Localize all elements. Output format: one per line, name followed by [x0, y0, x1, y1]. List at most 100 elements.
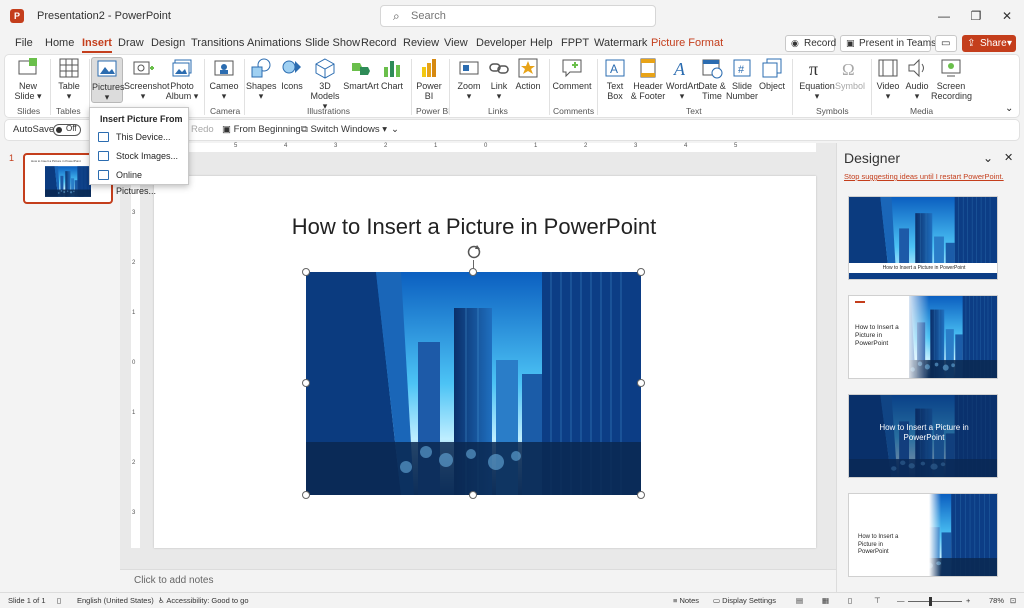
customize-qat-icon[interactable]: ⌄: [391, 124, 399, 135]
close-icon[interactable]: ✕: [1004, 151, 1013, 164]
design-idea-3[interactable]: How to Insert a Picture in PowerPoint: [848, 394, 998, 478]
resize-handle[interactable]: [302, 491, 310, 499]
chart-button[interactable]: Chart: [379, 57, 405, 91]
zoom-slider-thumb[interactable]: [929, 597, 932, 606]
notes-pane[interactable]: Click to add notes: [120, 569, 836, 592]
cameo-button[interactable]: Cameo ▾: [208, 57, 240, 101]
tab-design[interactable]: Design: [151, 37, 185, 49]
tab-animations[interactable]: Animations: [247, 37, 301, 49]
text-box-button[interactable]: A Text Box: [601, 57, 629, 101]
minimize-button[interactable]: —: [930, 6, 958, 26]
shapes-button[interactable]: Shapes ▾: [246, 57, 277, 101]
tab-insert[interactable]: Insert: [82, 37, 112, 53]
rotate-handle-icon[interactable]: [466, 244, 482, 260]
resize-handle[interactable]: [637, 379, 645, 387]
notes-toggle[interactable]: ≡ Notes: [673, 596, 699, 605]
resize-handle[interactable]: [302, 268, 310, 276]
switch-windows-button[interactable]: ⧉ Switch Windows ▾: [301, 124, 387, 135]
redo-button[interactable]: Redo: [191, 124, 214, 135]
resize-handle[interactable]: [302, 379, 310, 387]
photo-album-button[interactable]: Photo Album ▾: [165, 57, 199, 101]
close-window-button[interactable]: ✕: [993, 6, 1021, 26]
link-button[interactable]: Link ▾: [485, 57, 513, 101]
date-time-button[interactable]: Date & Time: [698, 57, 726, 101]
zoom-level[interactable]: 78%: [989, 596, 1004, 605]
action-button[interactable]: Action: [513, 57, 543, 91]
spelling-icon[interactable]: ▯: [57, 596, 61, 605]
present-in-teams-button[interactable]: ▣ Present in Teams: [840, 35, 936, 52]
wordart-button[interactable]: A WordArt ▾: [666, 57, 699, 101]
object-button[interactable]: Object: [758, 57, 786, 91]
slide-number-button[interactable]: # Slide Number: [726, 57, 758, 101]
zoom-button[interactable]: Zoom ▾: [455, 57, 483, 101]
resize-handle[interactable]: [469, 268, 477, 276]
display-settings-button[interactable]: ▭ Display Settings: [713, 596, 776, 605]
tab-view[interactable]: View: [444, 37, 468, 49]
resize-handle[interactable]: [637, 268, 645, 276]
icons-button[interactable]: Icons: [278, 57, 306, 91]
slide-sorter-icon[interactable]: ▦: [822, 596, 829, 605]
screenshot-button[interactable]: Screenshot ▾: [124, 57, 170, 101]
stop-suggesting-link[interactable]: Stop suggesting ideas until I restart Po…: [844, 172, 1004, 181]
equation-button[interactable]: π Equation ▾: [797, 57, 837, 101]
menu-item-online-pictures[interactable]: Online Pictures...: [96, 167, 184, 196]
tab-fppt[interactable]: FPPT: [561, 37, 589, 49]
accessibility-status[interactable]: ♿ Accessibility: Good to go: [158, 596, 249, 605]
3d-models-button[interactable]: 3D Models ▾: [308, 57, 342, 111]
pictures-button[interactable]: Pictures ▾: [91, 57, 125, 103]
tab-transitions[interactable]: Transitions: [191, 37, 244, 49]
tab-draw[interactable]: Draw: [118, 37, 144, 49]
zoom-slider[interactable]: [908, 601, 962, 602]
zoom-in-button[interactable]: +: [966, 596, 970, 605]
tab-home[interactable]: Home: [45, 37, 74, 49]
share-button[interactable]: ⇪ Share ▾: [962, 35, 1016, 52]
chevron-down-icon[interactable]: ⌄: [983, 151, 993, 165]
resize-handle[interactable]: [469, 491, 477, 499]
tab-review[interactable]: Review: [403, 37, 439, 49]
zoom-out-button[interactable]: —: [897, 596, 905, 605]
menu-item-this-device[interactable]: This Device...: [96, 129, 184, 145]
search-box[interactable]: ⌕: [380, 5, 656, 27]
design-idea-4[interactable]: How to Insert a Picture in PowerPoint: [848, 493, 998, 577]
search-input[interactable]: [411, 9, 641, 23]
power-bi-button[interactable]: Power BI: [415, 57, 443, 101]
slide-title[interactable]: How to Insert a Picture in PowerPoint: [154, 214, 794, 240]
header-footer-button[interactable]: Header & Footer: [630, 57, 666, 101]
picture-icon: [97, 60, 117, 77]
tab-picture-format[interactable]: Picture Format: [651, 37, 723, 49]
record-button[interactable]: ◉ Record: [785, 35, 836, 52]
chevron-down-icon[interactable]: ⌄: [1005, 103, 1013, 114]
resize-handle[interactable]: [637, 491, 645, 499]
video-button[interactable]: Video ▾: [873, 57, 903, 101]
slide-canvas[interactable]: How to Insert a Picture in PowerPoint: [154, 176, 816, 548]
slide-show-icon[interactable]: ⊤: [874, 596, 881, 605]
comment-add-icon: [562, 59, 582, 78]
fit-slide-icon[interactable]: ⊡: [1010, 596, 1016, 605]
city-picture[interactable]: [306, 272, 641, 495]
comments-button[interactable]: ▭: [935, 35, 957, 52]
normal-view-icon[interactable]: ▤: [796, 596, 803, 605]
menu-item-stock-images[interactable]: Stock Images...: [96, 148, 184, 164]
language-status[interactable]: English (United States): [77, 596, 154, 605]
tab-slide-show[interactable]: Slide Show: [305, 37, 360, 49]
tab-developer[interactable]: Developer: [476, 37, 526, 49]
restore-button[interactable]: ❐: [962, 6, 990, 26]
header-footer-icon: [640, 58, 656, 78]
from-beginning-button[interactable]: ▣ From Beginning: [222, 124, 301, 135]
comment-button[interactable]: Comment: [552, 57, 592, 91]
design-idea-2[interactable]: How to Insert a Picture in PowerPoint: [848, 295, 998, 379]
reading-view-icon[interactable]: ▯: [848, 596, 852, 605]
symbol-button[interactable]: Ω Symbol: [835, 57, 865, 91]
design-idea-1[interactable]: How to Insert a Picture in PowerPoint: [848, 196, 998, 280]
tab-file[interactable]: File: [15, 37, 33, 49]
svg-text:Ω: Ω: [842, 60, 855, 79]
smartart-button[interactable]: SmartArt: [343, 57, 379, 91]
screen-recording-button[interactable]: Screen Recording: [931, 57, 972, 101]
tab-watermark[interactable]: Watermark: [594, 37, 647, 49]
tab-help[interactable]: Help: [530, 37, 553, 49]
audio-button[interactable]: Audio ▾: [903, 57, 931, 101]
tab-record[interactable]: Record: [361, 37, 396, 49]
table-button[interactable]: Table ▾: [54, 57, 84, 101]
new-slide-button[interactable]: New Slide ▾: [11, 57, 45, 101]
autosave-toggle[interactable]: Off: [53, 124, 81, 136]
